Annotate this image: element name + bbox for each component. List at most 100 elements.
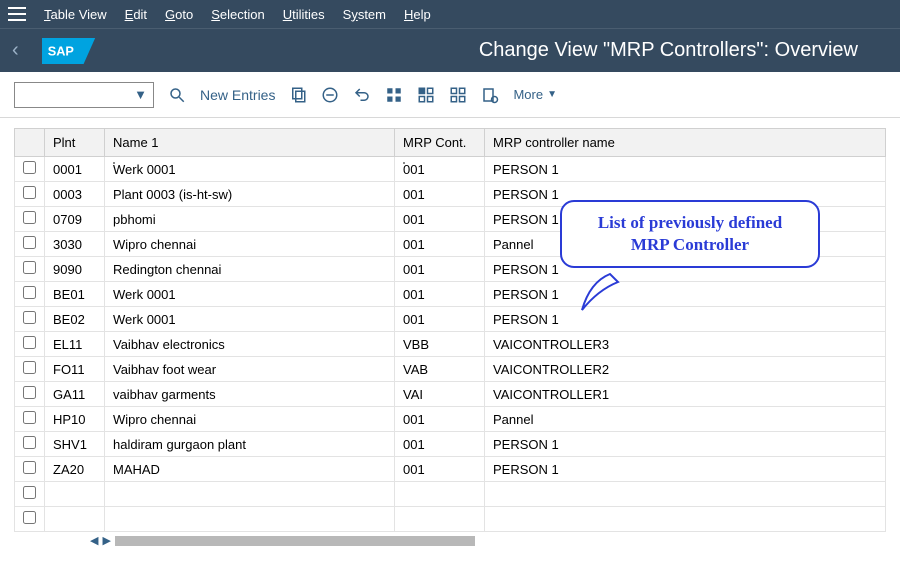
cell-name[interactable]: MAHAD: [105, 457, 395, 482]
menu-table-view[interactable]: Table View: [44, 7, 107, 22]
cell-mrp[interactable]: VAB: [395, 357, 485, 382]
table-row-empty[interactable]: [15, 482, 886, 507]
delete-icon[interactable]: [321, 86, 339, 104]
cell-plnt[interactable]: EL11: [45, 332, 105, 357]
hamburger-icon[interactable]: [8, 7, 26, 21]
cell-name[interactable]: pbhomi: [105, 207, 395, 232]
search-icon[interactable]: [168, 86, 186, 104]
menu-goto[interactable]: Goto: [165, 7, 193, 22]
more-button[interactable]: More ▼: [513, 87, 557, 102]
command-field[interactable]: ▼: [14, 82, 154, 108]
cell-ctrlname[interactable]: VAICONTROLLER3: [485, 332, 886, 357]
cell-name[interactable]: Vaibhav electronics: [105, 332, 395, 357]
cell-name[interactable]: Plant 0003 (is-ht-sw): [105, 182, 395, 207]
cell-plnt[interactable]: SHV1: [45, 432, 105, 457]
cell-mrp[interactable]: 001: [395, 157, 485, 182]
row-checkbox[interactable]: [15, 332, 45, 357]
cell-plnt[interactable]: BE01: [45, 282, 105, 307]
cell-ctrlname[interactable]: PERSON 1: [485, 457, 886, 482]
row-checkbox[interactable]: [15, 457, 45, 482]
cell-name[interactable]: Werk 0001: [105, 157, 395, 182]
config-icon[interactable]: [481, 86, 499, 104]
table-row[interactable]: GA11vaibhav garmentsVAIVAICONTROLLER1: [15, 382, 886, 407]
copy-as-icon[interactable]: [289, 86, 307, 104]
row-checkbox[interactable]: [15, 432, 45, 457]
menu-utilities[interactable]: Utilities: [283, 7, 325, 22]
row-checkbox[interactable]: [15, 307, 45, 332]
table-row[interactable]: EL11Vaibhav electronicsVBBVAICONTROLLER3: [15, 332, 886, 357]
cell-mrp[interactable]: VAI: [395, 382, 485, 407]
row-checkbox[interactable]: [15, 157, 45, 182]
cell-ctrlname[interactable]: PERSON 1: [485, 307, 886, 332]
cell-name[interactable]: Redington chennai: [105, 257, 395, 282]
cell-name[interactable]: vaibhav garments: [105, 382, 395, 407]
col-select[interactable]: [15, 129, 45, 157]
cell-plnt[interactable]: ZA20: [45, 457, 105, 482]
cell-ctrlname[interactable]: PERSON 1: [485, 432, 886, 457]
table-row[interactable]: 0001Werk 0001001PERSON 1: [15, 157, 886, 182]
cell-plnt[interactable]: 0709: [45, 207, 105, 232]
col-ctrlname[interactable]: MRP controller name: [485, 129, 886, 157]
row-checkbox[interactable]: [15, 282, 45, 307]
select-block-icon[interactable]: [417, 86, 435, 104]
cell-mrp[interactable]: 001: [395, 207, 485, 232]
cell-ctrlname[interactable]: PERSON 1: [485, 157, 886, 182]
row-checkbox[interactable]: [15, 207, 45, 232]
cell-plnt[interactable]: 3030: [45, 232, 105, 257]
table-row[interactable]: ZA20MAHAD001PERSON 1: [15, 457, 886, 482]
cell-name[interactable]: Werk 0001: [105, 282, 395, 307]
cell-ctrlname[interactable]: Pannel: [485, 407, 886, 432]
cell-mrp[interactable]: VBB: [395, 332, 485, 357]
menu-system[interactable]: System: [343, 7, 386, 22]
cell-plnt[interactable]: 0003: [45, 182, 105, 207]
cell-plnt[interactable]: BE02: [45, 307, 105, 332]
col-plnt[interactable]: Plnt: [45, 129, 105, 157]
row-checkbox[interactable]: [15, 407, 45, 432]
row-checkbox[interactable]: [15, 482, 45, 507]
cell-ctrlname[interactable]: VAICONTROLLER2: [485, 357, 886, 382]
cell-mrp[interactable]: 001: [395, 457, 485, 482]
scroll-left-icon[interactable]: ◀: [90, 534, 98, 547]
cell-mrp[interactable]: 001: [395, 307, 485, 332]
cell-plnt[interactable]: 0001: [45, 157, 105, 182]
col-mrp[interactable]: MRP Cont.: [395, 129, 485, 157]
cell-name[interactable]: Wipro chennai: [105, 232, 395, 257]
cell-name[interactable]: haldiram gurgaon plant: [105, 432, 395, 457]
row-checkbox[interactable]: [15, 382, 45, 407]
menu-edit[interactable]: Edit: [125, 7, 147, 22]
deselect-all-icon[interactable]: [449, 86, 467, 104]
cell-plnt[interactable]: GA11: [45, 382, 105, 407]
new-entries-button[interactable]: New Entries: [200, 87, 275, 103]
cell-mrp[interactable]: 001: [395, 282, 485, 307]
col-name[interactable]: Name 1: [105, 129, 395, 157]
back-button[interactable]: ‹: [12, 39, 42, 62]
row-checkbox[interactable]: [15, 232, 45, 257]
row-checkbox[interactable]: [15, 507, 45, 532]
cell-mrp[interactable]: 001: [395, 407, 485, 432]
cell-name[interactable]: Wipro chennai: [105, 407, 395, 432]
table-row[interactable]: FO11Vaibhav foot wearVABVAICONTROLLER2: [15, 357, 886, 382]
horizontal-scrollbar[interactable]: ◀ ▶: [0, 532, 900, 551]
table-row[interactable]: BE02Werk 0001001PERSON 1: [15, 307, 886, 332]
table-row[interactable]: SHV1haldiram gurgaon plant001PERSON 1: [15, 432, 886, 457]
cell-mrp[interactable]: 001: [395, 432, 485, 457]
row-checkbox[interactable]: [15, 257, 45, 282]
cell-plnt[interactable]: FO11: [45, 357, 105, 382]
cell-ctrlname[interactable]: PERSON 1: [485, 282, 886, 307]
menu-selection[interactable]: Selection: [211, 7, 264, 22]
undo-icon[interactable]: [353, 86, 371, 104]
row-checkbox[interactable]: [15, 182, 45, 207]
cell-mrp[interactable]: 001: [395, 232, 485, 257]
table-row[interactable]: BE01Werk 0001001PERSON 1: [15, 282, 886, 307]
table-row-empty[interactable]: [15, 507, 886, 532]
cell-ctrlname[interactable]: VAICONTROLLER1: [485, 382, 886, 407]
cell-plnt[interactable]: 9090: [45, 257, 105, 282]
cell-name[interactable]: Werk 0001: [105, 307, 395, 332]
cell-mrp[interactable]: 001: [395, 257, 485, 282]
select-all-icon[interactable]: [385, 86, 403, 104]
cell-plnt[interactable]: HP10: [45, 407, 105, 432]
scroll-right-icon[interactable]: ▶: [102, 534, 110, 547]
row-checkbox[interactable]: [15, 357, 45, 382]
menu-help[interactable]: Help: [404, 7, 431, 22]
cell-mrp[interactable]: 001: [395, 182, 485, 207]
